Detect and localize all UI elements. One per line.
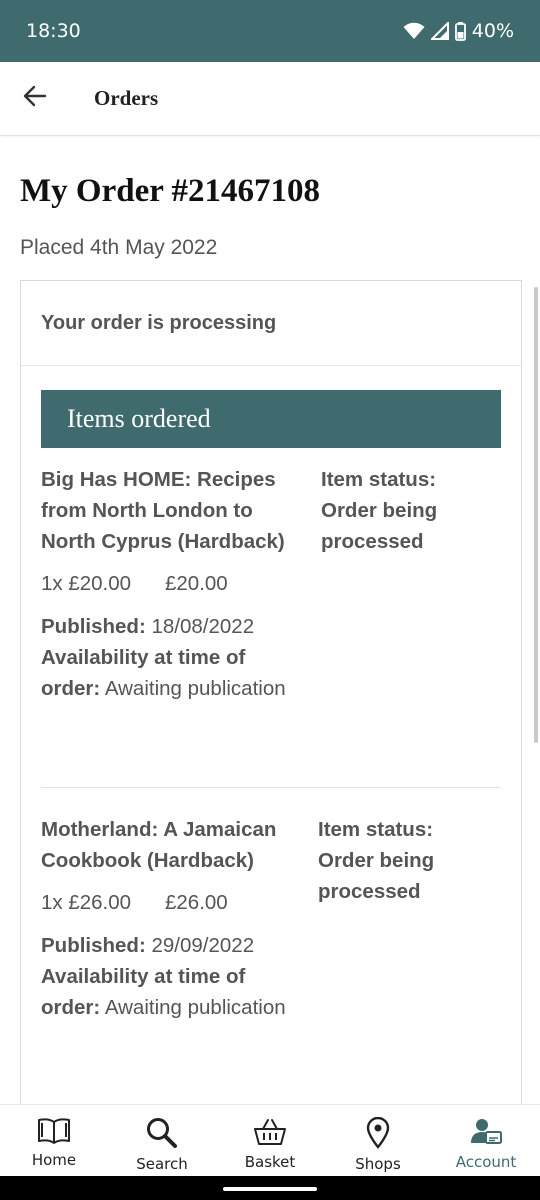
- battery-icon: [454, 21, 466, 41]
- item-published: Published: 29/09/2022: [41, 930, 303, 961]
- published-label: Published:: [41, 615, 146, 638]
- bottom-navigation: Home Search Basket Shops Account: [0, 1104, 540, 1176]
- account-icon: [469, 1117, 503, 1147]
- item-total: £20.00: [165, 572, 228, 595]
- cellular-signal-icon: [430, 22, 449, 40]
- status-bar: 18:30 40%: [0, 0, 540, 62]
- item-published: Published: 18/08/2022: [41, 611, 303, 642]
- order-card: Your order is processing Items ordered B…: [20, 280, 522, 1104]
- nav-basket-label: Basket: [244, 1153, 296, 1171]
- item-availability: Availability at time of order: Awaiting …: [41, 642, 303, 704]
- item-status: Item status: Order being processed: [318, 818, 435, 903]
- availability-value: Awaiting publication: [104, 677, 286, 700]
- status-time: 18:30: [26, 20, 81, 42]
- battery-percentage: 40%: [471, 20, 514, 42]
- arrow-left-icon: [23, 85, 47, 112]
- item-total: £26.00: [165, 891, 228, 914]
- item-quantity-price: 1x £26.00: [41, 891, 132, 914]
- location-pin-icon: [365, 1117, 391, 1149]
- order-placed-date: Placed 4th May 2022: [20, 236, 218, 259]
- nav-search-label: Search: [136, 1155, 188, 1173]
- nav-shops[interactable]: Shops: [324, 1105, 432, 1176]
- published-label: Published:: [41, 934, 146, 957]
- items-ordered-header: Items ordered: [41, 390, 501, 448]
- nav-home[interactable]: Home: [0, 1105, 108, 1176]
- order-item: Motherland: A Jamaican Cookbook (Hardbac…: [41, 814, 501, 1023]
- nav-account-label: Account: [455, 1153, 517, 1171]
- book-icon: [37, 1117, 71, 1145]
- search-icon: [145, 1117, 179, 1149]
- item-divider: [41, 787, 501, 788]
- item-price-row: 1x £20.00 £20.00: [41, 571, 501, 597]
- nav-search[interactable]: Search: [108, 1105, 216, 1176]
- availability-value: Awaiting publication: [104, 996, 286, 1019]
- system-navigation-bar: [0, 1176, 540, 1200]
- item-quantity-price: 1x £20.00: [41, 572, 132, 595]
- status-icons: 40%: [403, 20, 514, 42]
- order-item: Big Has HOME: Recipes from North London …: [41, 464, 501, 704]
- item-title[interactable]: Big Has HOME: Recipes from North London …: [41, 464, 303, 557]
- item-meta: Published: 18/08/2022 Availability at ti…: [41, 611, 303, 704]
- item-status: Item status: Order being processed: [321, 468, 438, 553]
- item-meta: Published: 29/09/2022 Availability at ti…: [41, 930, 303, 1023]
- wifi-icon: [403, 22, 425, 40]
- published-date: 29/09/2022: [151, 934, 255, 957]
- nav-account[interactable]: Account: [432, 1105, 540, 1176]
- scrollbar[interactable]: [534, 287, 538, 743]
- app-bar: Orders: [0, 62, 540, 136]
- nav-home-label: Home: [31, 1151, 77, 1169]
- nav-basket[interactable]: Basket: [216, 1105, 324, 1176]
- item-availability: Availability at time of order: Awaiting …: [41, 961, 303, 1023]
- basket-icon: [253, 1117, 287, 1147]
- order-detail-content[interactable]: My Order #21467108 Placed 4th May 2022 Y…: [0, 137, 540, 1104]
- nav-shops-label: Shops: [355, 1155, 401, 1173]
- order-title: My Order #21467108: [20, 173, 321, 209]
- app-bar-title: Orders: [94, 86, 159, 110]
- item-title[interactable]: Motherland: A Jamaican Cookbook (Hardbac…: [41, 814, 303, 876]
- order-status: Your order is processing: [21, 281, 521, 366]
- back-button[interactable]: [0, 62, 70, 136]
- published-date: 18/08/2022: [151, 615, 255, 638]
- home-gesture-handle[interactable]: [223, 1187, 317, 1191]
